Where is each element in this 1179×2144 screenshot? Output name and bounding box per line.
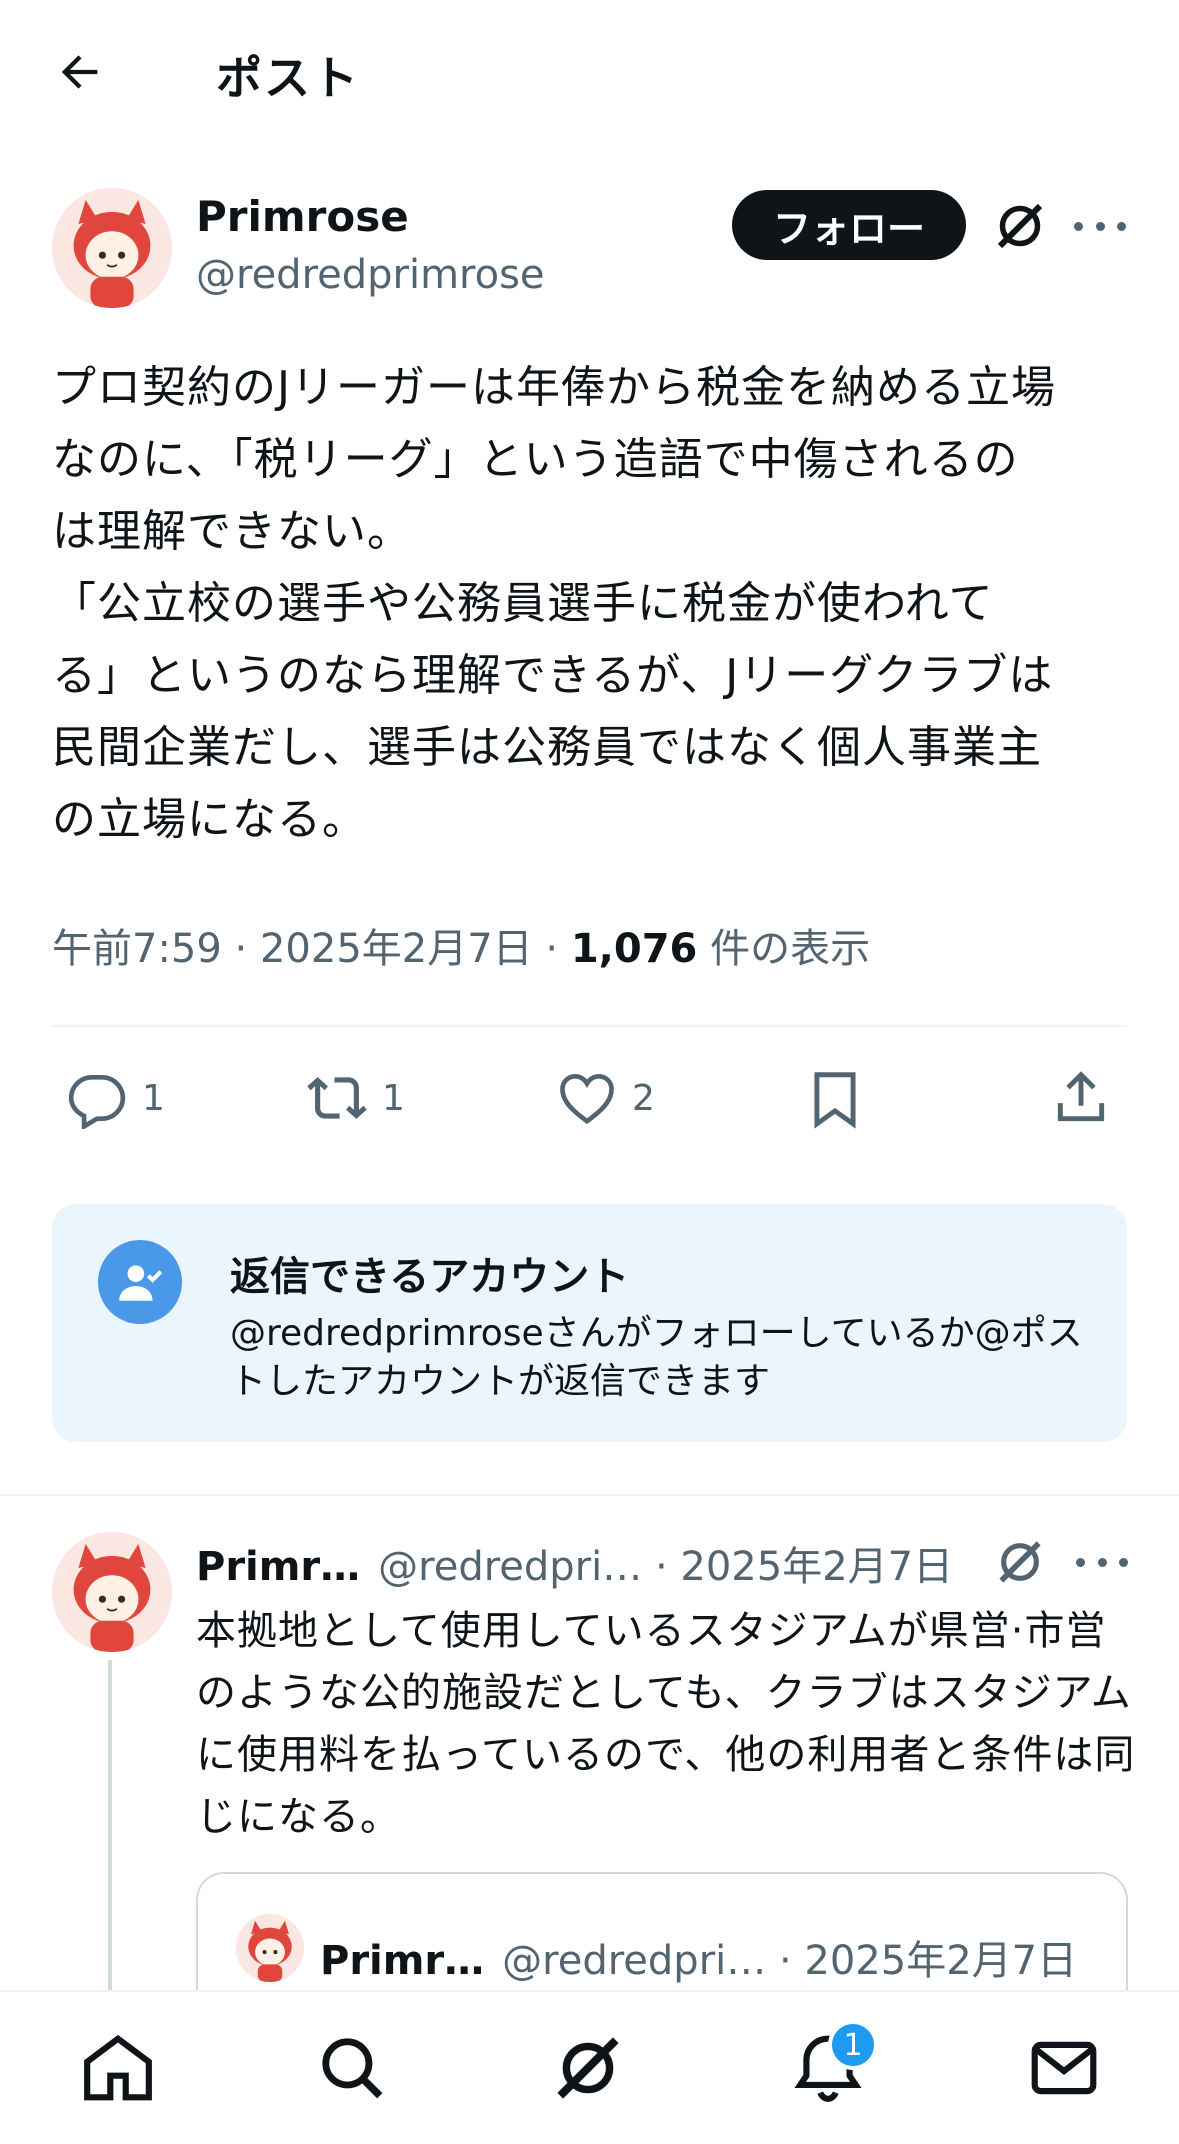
follow-button[interactable]: フォロー [732, 190, 966, 260]
devil-girl-avatar-icon [236, 1914, 304, 1982]
post-date: 2025年2月7日 [259, 926, 533, 972]
grok-icon[interactable] [990, 196, 1050, 256]
reply-author-name[interactable]: Primr… [196, 1544, 360, 1590]
bookmark-button[interactable] [804, 1062, 866, 1134]
author-handle[interactable]: @redredprimrose [196, 252, 545, 298]
bookmark-icon [814, 1072, 856, 1129]
home-icon [84, 2034, 152, 2101]
devil-girl-avatar-icon [52, 1532, 172, 1652]
like-button[interactable]: 2 [556, 1062, 655, 1134]
reply-author-handle[interactable]: @redredpri… [378, 1544, 642, 1590]
nav-messages[interactable] [1024, 2028, 1104, 2108]
post-text: プロ契約のJリーガーは年俸から税金を納める立場 なのに、「税リーグ」という造語で… [52, 362, 1056, 845]
views-label: 件の表示 [710, 926, 871, 972]
heart-icon [560, 1073, 614, 1125]
quote-author-name: Primr… [320, 1938, 485, 1984]
reply-date: · 2025年2月7日 [642, 1544, 954, 1590]
repost-count: 1 [382, 1077, 405, 1119]
nav-home[interactable] [78, 2028, 158, 2108]
quote-avatar [236, 1914, 304, 1982]
more-options-icon[interactable] [1074, 214, 1126, 238]
reply-restriction-title: 返信できるアカウント [230, 1254, 630, 1300]
repost-button[interactable]: 1 [306, 1062, 405, 1134]
share-button[interactable] [1050, 1062, 1112, 1134]
reply-more-options-icon[interactable] [1076, 1550, 1128, 1574]
arrow-left-icon [61, 55, 98, 89]
page-title: ポスト [216, 51, 360, 105]
reply-button[interactable]: 1 [66, 1062, 165, 1134]
quote-author-handle: @redredpri… [502, 1938, 767, 1984]
like-count: 2 [632, 1077, 655, 1119]
reply-restriction-description: @redredprimroseさんがフォローしているか@ポストしたアカウントが返… [230, 1313, 1083, 1402]
post-time: 午前7:59 [52, 926, 222, 972]
comment-icon [68, 1075, 126, 1129]
thread-line [108, 1660, 112, 2000]
reply-count: 1 [142, 1077, 165, 1119]
share-icon [1057, 1071, 1105, 1122]
search-icon [322, 2038, 383, 2099]
nav-search[interactable] [312, 2028, 392, 2108]
quote-header: Primr… @redredpri… · 2025年2月7日 [320, 1928, 1077, 1986]
devil-girl-avatar-icon [52, 188, 172, 308]
top-bar: ポスト [0, 0, 1179, 150]
post-meta: 午前7:59 · 2025年2月7日 · 1,076 件の表示 [52, 926, 871, 972]
reply-header: Primr… @redredpri… · 2025年2月7日 [196, 1534, 953, 1592]
divider [0, 1494, 1179, 1496]
views-count: 1,076 [570, 926, 698, 972]
bottom-nav [0, 1990, 1179, 2144]
author-name[interactable]: Primrose [196, 192, 409, 241]
grok-icon [557, 2037, 619, 2099]
quote-date: · 2025年2月7日 [766, 1938, 1078, 1984]
mail-icon [1031, 2041, 1097, 2095]
back-button[interactable] [48, 40, 112, 104]
avatar[interactable] [52, 188, 172, 308]
reply-text: 本拠地として使用しているスタジアムが県営·市営のような公的施設だとしても、クラブ… [196, 1608, 1136, 1840]
reply-restriction-box: 返信できるアカウント @redredprimroseさんがフォローしているか@ポ… [52, 1204, 1127, 1442]
user-check-icon [98, 1240, 182, 1324]
notification-badge: 1 [828, 2020, 878, 2070]
divider [52, 1025, 1127, 1027]
reply-avatar[interactable] [52, 1532, 172, 1652]
reply-grok-icon[interactable] [992, 1534, 1048, 1590]
nav-grok[interactable] [548, 2028, 628, 2108]
repost-icon [307, 1077, 367, 1119]
